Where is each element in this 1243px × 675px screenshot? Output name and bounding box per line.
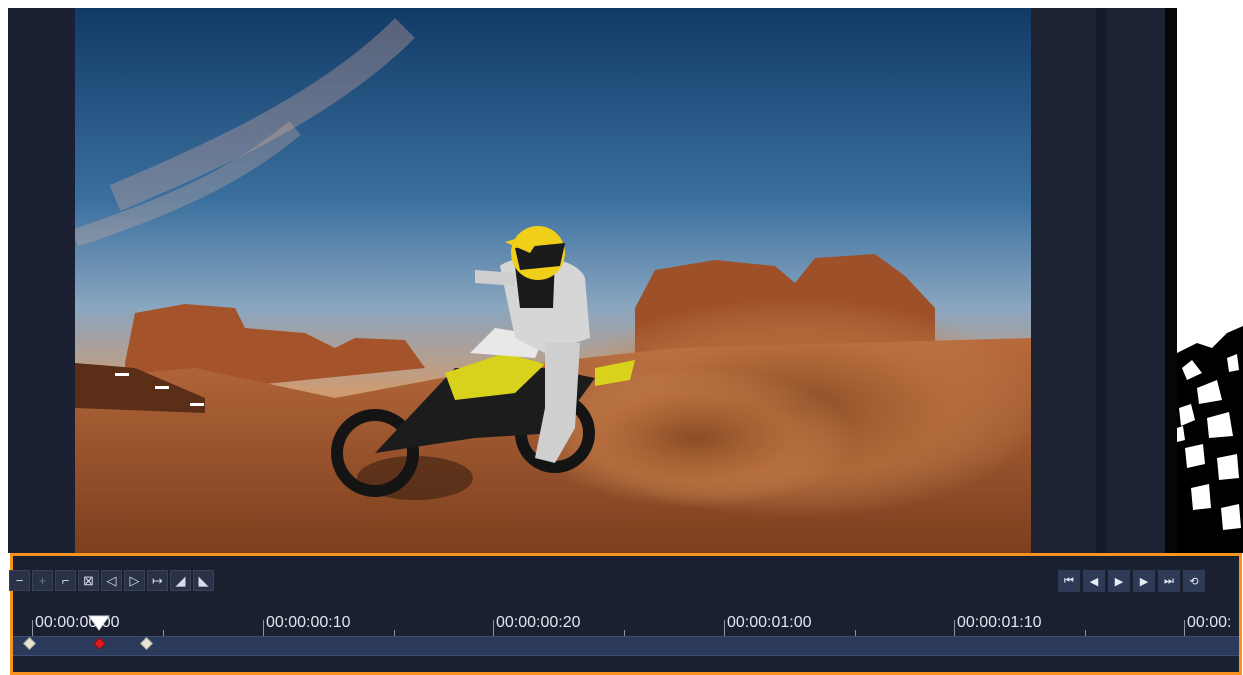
next-keyframe-icon: ▷ [129,572,140,588]
step-forward-icon: ▶ [1139,575,1149,588]
fade-in-icon: ◢ [175,572,186,588]
mask-preview-image [1177,8,1243,553]
mask-preview [1177,8,1243,553]
ruler-label: 00:00:01:00 [727,614,812,631]
playhead-handle[interactable] [87,614,111,632]
prev-keyframe-button[interactable]: ◁ [101,570,122,591]
reset-keyframes-button[interactable]: ⊠ [78,570,99,591]
step-back-icon: ◀ [1089,575,1099,588]
arrow-right-icon: ↦ [152,572,163,588]
skip-start-icon: ⏮ [1064,574,1074,587]
step-back-button[interactable]: ◀ [1083,570,1105,592]
video-preview[interactable] [75,8,1031,553]
ruler-label: 00:00:00:10 [266,614,351,631]
minus-bracket-icon: ⌐ [61,573,70,588]
next-keyframe-button[interactable]: ▷ [124,570,145,591]
repeat-button[interactable]: ⟲ [1183,570,1205,592]
remove-segment-button[interactable]: ⌐ [55,570,76,591]
ruler-major-tick [493,620,494,636]
play-button[interactable]: ▶ [1108,570,1130,592]
remove-keyframe-button[interactable]: − [9,570,30,591]
left-panel [8,8,75,553]
motocross-preview-image [75,8,1031,553]
timeline-panel: − + ⌐ ⊠ ◁ ▷ ↦ ◢ ◣ ⏮ ◀ ▶ ▶ ⏭ ⟲ 00:00:00:00 00:00:00:10… [9,553,1242,675]
ruler-major-tick [32,620,33,636]
playback-controls: ⏮ ◀ ▶ ▶ ⏭ ⟲ [1058,570,1205,592]
panel-splitter[interactable] [1096,8,1106,553]
keyframe-track[interactable] [13,636,1239,656]
skip-end-icon: ⏭ [1164,574,1174,587]
ruler-label: 00:00:00:20 [496,614,581,631]
fade-in-button[interactable]: ◢ [170,570,191,591]
video-mask-editor: − + ⌐ ⊠ ◁ ▷ ↦ ◢ ◣ ⏮ ◀ ▶ ▶ ⏭ ⟲ 00:00:00:00 00:00:00:10… [0,0,1243,675]
ruler-label: 00:00: [1187,614,1232,631]
reset-icon: ⊠ [83,572,94,588]
fade-out-button[interactable]: ◣ [193,570,214,591]
ruler-major-tick [263,620,264,636]
prev-keyframe-icon: ◁ [106,572,117,588]
mask-view-border [1165,8,1177,553]
ruler-major-tick [724,620,725,636]
step-forward-button[interactable]: ▶ [1133,570,1155,592]
go-to-start-button[interactable]: ⏮ [1058,570,1080,592]
repeat-icon: ⟲ [1189,575,1199,588]
minus-icon: − [15,573,24,588]
ruler-major-tick [1184,620,1185,636]
ruler-major-tick [954,620,955,636]
fade-out-icon: ◣ [198,572,209,588]
add-keyframe-button[interactable]: + [32,570,53,591]
plus-icon: + [38,573,47,588]
keyframe-toolbar: − + ⌐ ⊠ ◁ ▷ ↦ ◢ ◣ [9,570,214,591]
ruler-label: 00:00:01:10 [957,614,1042,631]
go-to-end-button[interactable]: ⏭ [1158,570,1180,592]
play-icon: ▶ [1114,575,1124,588]
move-keyframe-button[interactable]: ↦ [147,570,168,591]
timeline-ruler[interactable]: 00:00:00:00 00:00:00:10 00:00:00:20 00:0… [13,614,1239,636]
